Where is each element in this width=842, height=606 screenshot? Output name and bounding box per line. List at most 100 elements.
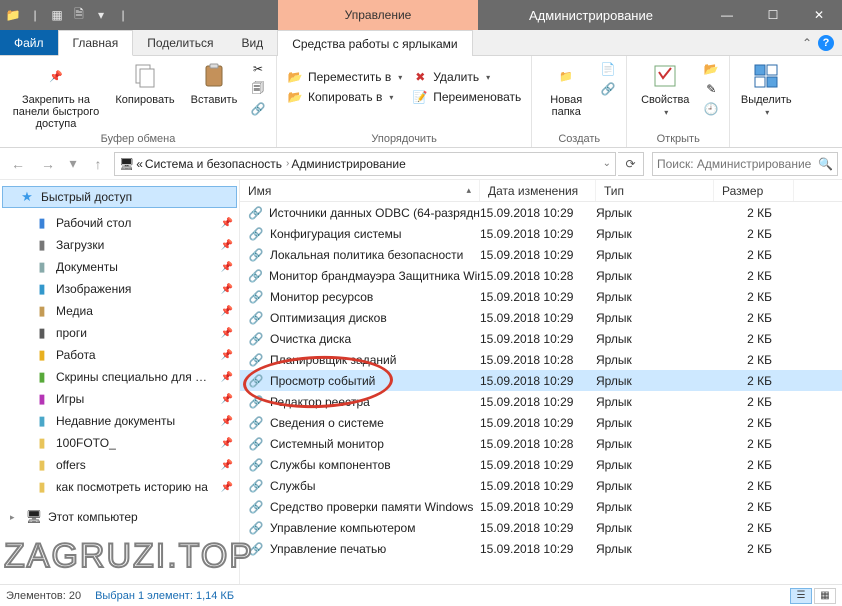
folder-icon[interactable]: 📁	[4, 6, 22, 24]
file-row[interactable]: 🔗Службы компонентов15.09.2018 10:29Ярлык…	[240, 454, 842, 475]
file-row[interactable]: 🔗Сведения о системе15.09.2018 10:29Ярлык…	[240, 412, 842, 433]
sidebar-item[interactable]: ▮проги📌	[0, 322, 239, 344]
tab-share[interactable]: Поделиться	[133, 30, 227, 55]
copy-button[interactable]: Копировать	[108, 58, 182, 106]
back-button[interactable]: ←	[4, 152, 32, 176]
pin-to-quick-access-button[interactable]: 📌 Закрепить на панели быстрого доступа	[6, 58, 106, 130]
sidebar-item[interactable]: ▮100FOTO_📌	[0, 432, 239, 454]
breadcrumb[interactable]: 🖥 « Система и безопасность› Администриро…	[114, 152, 616, 176]
view-details-button[interactable]: ☰	[790, 588, 812, 604]
file-row[interactable]: 🔗Управление компьютером15.09.2018 10:29Я…	[240, 517, 842, 538]
sidebar-item-label: 100FOTO_	[56, 436, 116, 450]
rename-button[interactable]: 📝Переименовать	[408, 88, 525, 106]
close-button[interactable]: ✕	[796, 0, 842, 30]
forward-button[interactable]: →	[34, 152, 62, 176]
sidebar-item[interactable]: ▮Загрузки📌	[0, 234, 239, 256]
shortcut-icon: 🔗	[248, 478, 264, 494]
recent-locations-button[interactable]: ▾	[64, 152, 82, 176]
qat-dropdown-icon[interactable]: ▾	[92, 6, 110, 24]
minimize-button[interactable]: —	[704, 0, 750, 30]
sidebar-item[interactable]: ▮Работа📌	[0, 344, 239, 366]
file-row[interactable]: 🔗Управление печатью15.09.2018 10:29Ярлык…	[240, 538, 842, 559]
new-file-icon[interactable]: 🗎	[70, 6, 88, 24]
breadcrumb-item-0[interactable]: Система и безопасность›	[145, 157, 289, 171]
breadcrumb-prefix[interactable]: «	[136, 157, 143, 171]
sidebar-item[interactable]: ▮Игры📌	[0, 388, 239, 410]
sidebar-item[interactable]: ▮Медиа📌	[0, 300, 239, 322]
file-type: Ярлык	[596, 374, 714, 388]
tab-file[interactable]: Файл	[0, 30, 58, 55]
sidebar-item-label: Работа	[56, 348, 96, 362]
cut-button[interactable]: ✂	[246, 60, 270, 78]
refresh-button[interactable]: ⟳	[618, 152, 644, 176]
file-name: Конфигурация системы	[270, 227, 401, 241]
column-name[interactable]: Имя▴	[240, 180, 480, 201]
copypath-button[interactable]: 🗐	[246, 80, 270, 98]
column-date[interactable]: Дата изменения	[480, 180, 596, 201]
sidebar-item[interactable]: ▮Скрины специально для …📌	[0, 366, 239, 388]
titlebar: 📁 | ▦ 🗎 ▾ | Управление Администрирование…	[0, 0, 842, 30]
file-row[interactable]: 🔗Службы15.09.2018 10:29Ярлык2 КБ	[240, 475, 842, 496]
search-icon[interactable]: 🔍	[818, 157, 833, 171]
file-row[interactable]: 🔗Системный монитор15.09.2018 10:28Ярлык2…	[240, 433, 842, 454]
sidebar-item[interactable]: ▮offers📌	[0, 454, 239, 476]
file-date: 15.09.2018 10:29	[480, 227, 596, 241]
collapse-ribbon-icon[interactable]: ⌃	[802, 36, 812, 50]
file-row[interactable]: 🔗Источники данных ODBC (64-разрядн…15.09…	[240, 202, 842, 223]
file-row[interactable]: 🔗Конфигурация системы15.09.2018 10:29Ярл…	[240, 223, 842, 244]
paste-shortcut-button[interactable]: 🔗	[246, 100, 270, 118]
easy-access-icon: 🔗	[600, 81, 616, 97]
copy-to-button[interactable]: 📂Копировать в▾	[283, 88, 406, 106]
new-item-button[interactable]: 📄	[596, 60, 620, 78]
sidebar-item[interactable]: ▮Документы📌	[0, 256, 239, 278]
file-row[interactable]: 🔗Средство проверки памяти Windows15.09.2…	[240, 496, 842, 517]
sidebar-item[interactable]: ▮Рабочий стол📌	[0, 212, 239, 234]
file-row[interactable]: 🔗Локальная политика безопасности15.09.20…	[240, 244, 842, 265]
edit-button[interactable]: ✎	[699, 80, 723, 98]
breadcrumb-dropdown-icon[interactable]: ⌄	[603, 158, 611, 169]
shortcut-icon: 🔗	[248, 541, 264, 557]
tab-shortcut-tools[interactable]: Средства работы с ярлыками	[277, 30, 472, 56]
file-row[interactable]: 🔗Оптимизация дисков15.09.2018 10:29Ярлык…	[240, 307, 842, 328]
properties-icon[interactable]: ▦	[48, 6, 66, 24]
search-box[interactable]: 🔍	[652, 152, 838, 176]
pin-icon: 📌	[221, 394, 233, 405]
sidebar-quick-access[interactable]: ★ Быстрый доступ	[2, 186, 237, 208]
file-row[interactable]: 🔗Монитор ресурсов15.09.2018 10:29Ярлык2 …	[240, 286, 842, 307]
sidebar-item[interactable]: ▮как посмотреть историю на📌	[0, 476, 239, 498]
new-folder-button[interactable]: 📁 Новая папка	[538, 58, 594, 118]
file-list: 🔗Источники данных ODBC (64-разрядн…15.09…	[240, 202, 842, 584]
file-row[interactable]: 🔗Просмотр событий15.09.2018 10:29Ярлык2 …	[240, 370, 842, 391]
search-input[interactable]	[657, 157, 814, 171]
file-row[interactable]: 🔗Редактор реестра15.09.2018 10:29Ярлык2 …	[240, 391, 842, 412]
history-button[interactable]: 🕘	[699, 100, 723, 118]
delete-button[interactable]: ✖Удалить▾	[408, 68, 525, 86]
maximize-button[interactable]: ☐	[750, 0, 796, 30]
move-to-button[interactable]: 📂Переместить в▾	[283, 68, 406, 86]
sidebar-item[interactable]: ▮Изображения📌	[0, 278, 239, 300]
properties-button[interactable]: Свойства▾	[633, 58, 697, 117]
file-row[interactable]: 🔗Очистка диска15.09.2018 10:29Ярлык2 КБ	[240, 328, 842, 349]
help-icon[interactable]: ?	[818, 35, 834, 51]
breadcrumb-root-icon[interactable]: 🖥	[119, 157, 134, 171]
file-row[interactable]: 🔗Планировщик заданий15.09.2018 10:28Ярлы…	[240, 349, 842, 370]
open-button[interactable]: 📂	[699, 60, 723, 78]
column-size[interactable]: Размер	[714, 180, 794, 201]
file-type: Ярлык	[596, 521, 714, 535]
breadcrumb-item-1[interactable]: Администрирование	[291, 157, 405, 171]
file-row[interactable]: 🔗Монитор брандмауэра Защитника Win…15.09…	[240, 265, 842, 286]
sidebar-this-pc[interactable]: ▸ 🖥 Этот компьютер	[0, 506, 239, 528]
file-size: 2 КБ	[714, 416, 794, 430]
tab-view[interactable]: Вид	[227, 30, 277, 55]
view-large-icons-button[interactable]: ▦	[814, 588, 836, 604]
tab-home[interactable]: Главная	[58, 30, 134, 56]
sidebar-item[interactable]: ▮Недавние документы📌	[0, 410, 239, 432]
file-size: 2 КБ	[714, 479, 794, 493]
shortcut-icon: 🔗	[248, 247, 264, 263]
select-all-button[interactable]: Выделить▾	[736, 58, 796, 117]
paste-button[interactable]: Вставить	[184, 58, 244, 106]
up-button[interactable]: ↑	[84, 152, 112, 176]
easy-access-button[interactable]: 🔗	[596, 80, 620, 98]
select-all-label: Выделить	[741, 94, 792, 106]
column-type[interactable]: Тип	[596, 180, 714, 201]
